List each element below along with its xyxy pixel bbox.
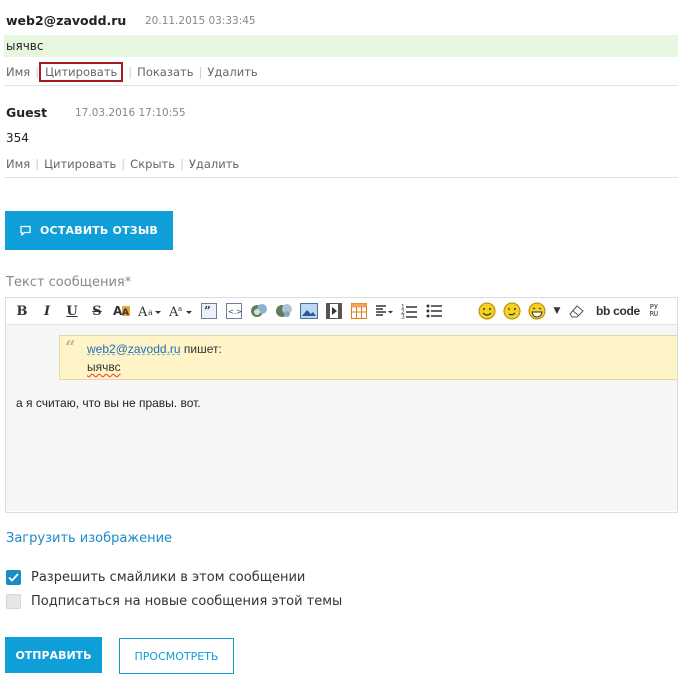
strikethrough-button[interactable]: S (87, 301, 107, 321)
quote-writes: пишет: (180, 342, 222, 356)
underline-button[interactable]: U (62, 301, 82, 321)
comment-1-name-link[interactable]: Имя (6, 65, 30, 79)
unordered-list-icon (426, 304, 442, 318)
upload-image-link[interactable]: Загрузить изображение (6, 531, 172, 546)
subscribe-label: Подписаться на новые сообщения этой темы (31, 594, 343, 609)
editor-content[interactable]: “ web2@zavodd.ru пишет: ыячвс а я считаю… (6, 325, 677, 511)
comment-2-hide-link[interactable]: Скрыть (130, 157, 175, 171)
insert-image-icon (300, 303, 318, 319)
allow-smiles-row: Разрешить смайлики в этом сообщении (6, 570, 305, 585)
comment-2-delete-link[interactable]: Удалить (189, 157, 239, 171)
comment-1-actions: Имя | Цитировать | Показать | Удалить (6, 62, 258, 82)
laugh-icon[interactable] (527, 301, 547, 321)
align-button[interactable] (374, 301, 394, 321)
comment-2-text: 354 (6, 131, 29, 145)
subscribe-row: Подписаться на новые сообщения этой темы (6, 594, 342, 609)
code-icon: <.> (226, 303, 242, 319)
svg-text:”: ” (204, 304, 211, 318)
comment-1-author: web2@zavodd.ru (6, 13, 127, 28)
svg-text:3: 3 (401, 314, 405, 319)
check-icon (8, 573, 19, 582)
font-size-button[interactable]: Aa (137, 301, 163, 321)
code-button[interactable]: <.> (224, 301, 244, 321)
insert-link-button[interactable] (249, 301, 269, 321)
quote-text: ыячвс (87, 360, 121, 374)
message-text: а я считаю, что вы не правы. вот. (16, 396, 201, 410)
comment-1-body-highlight: ыячвс (4, 35, 678, 57)
comment-2-quote-link[interactable]: Цитировать (44, 157, 116, 171)
unordered-list-button[interactable] (424, 301, 444, 321)
subscribe-checkbox[interactable] (6, 594, 21, 609)
editor-toolbar: B I U S AA Aa Aa ” <.> 1 2 3 ▼ bb code Р… (6, 298, 677, 325)
comment-icon (20, 225, 31, 236)
quote-button[interactable]: ” (199, 301, 219, 321)
ordered-list-button[interactable]: 123 (399, 301, 419, 321)
insert-image-button[interactable] (299, 301, 319, 321)
eraser-icon[interactable] (567, 301, 587, 321)
svg-text:a: a (178, 305, 182, 313)
quote-mark-icon: “ (65, 337, 76, 358)
divider (4, 177, 678, 178)
font-size-icon: Aa (138, 305, 161, 319)
send-button[interactable]: ОТПРАВИТЬ (5, 637, 102, 673)
font-color-icon: AA (113, 304, 130, 318)
bold-button[interactable]: B (12, 301, 32, 321)
comment-1-delete-link[interactable]: Удалить (207, 65, 257, 79)
quote-icon: ” (201, 303, 217, 319)
comment-2-actions: Имя | Цитировать | Скрыть | Удалить (6, 157, 240, 171)
svg-text:a: a (148, 308, 153, 317)
insert-link-icon (251, 304, 267, 317)
message-editor: B I U S AA Aa Aa ” <.> 1 2 3 ▼ bb code Р… (5, 297, 678, 513)
insert-video-icon (326, 303, 342, 319)
ordered-list-icon: 123 (401, 304, 417, 319)
comment-2-author: Guest (6, 105, 48, 120)
font-color-button[interactable]: AA (112, 301, 132, 321)
delete-link-button[interactable] (274, 301, 294, 321)
smiles-more-icon[interactable]: ▼ (552, 301, 562, 321)
comment-2-name-link[interactable]: Имя (6, 157, 30, 171)
preview-button[interactable]: ПРОСМОТРЕТЬ (119, 638, 234, 674)
comment-1-date: 20.11.2015 03:33:45 (145, 15, 256, 27)
wink-icon[interactable] (502, 301, 522, 321)
smile-icon[interactable] (477, 301, 497, 321)
font-family-button[interactable]: Aa (168, 301, 194, 321)
insert-table-icon (351, 303, 367, 319)
insert-table-button[interactable] (349, 301, 369, 321)
bbcode-toggle[interactable]: bb code (596, 304, 640, 318)
insert-video-button[interactable] (324, 301, 344, 321)
allow-smiles-label: Разрешить смайлики в этом сообщении (31, 570, 306, 585)
font-family-icon: Aa (169, 305, 192, 319)
leave-review-label: ОСТАВИТЬ ОТЗЫВ (40, 224, 158, 237)
comment-1-text: ыячвс (6, 39, 44, 53)
svg-text:A: A (138, 305, 148, 319)
comment-1-show-link[interactable]: Показать (137, 65, 193, 79)
translit-label: РУ RU (649, 303, 659, 318)
svg-text:A: A (122, 308, 129, 318)
align-icon (376, 305, 393, 316)
translit-button[interactable]: РУ RU (646, 301, 662, 321)
divider (4, 85, 678, 86)
delete-link-icon (276, 304, 292, 317)
allow-smiles-checkbox[interactable] (6, 570, 21, 585)
svg-text:<.>: <.> (228, 308, 242, 316)
quote-author-link[interactable]: web2@zavodd.ru (87, 342, 181, 356)
leave-review-button[interactable]: ОСТАВИТЬ ОТЗЫВ (5, 211, 173, 250)
quote-block: “ web2@zavodd.ru пишет: ыячвс (59, 335, 677, 380)
italic-button[interactable]: I (37, 301, 57, 321)
message-label: Текст сообщения* (6, 275, 132, 290)
comment-1-quote-link[interactable]: Цитировать (39, 62, 124, 82)
comment-2-date: 17.03.2016 17:10:55 (75, 107, 186, 119)
